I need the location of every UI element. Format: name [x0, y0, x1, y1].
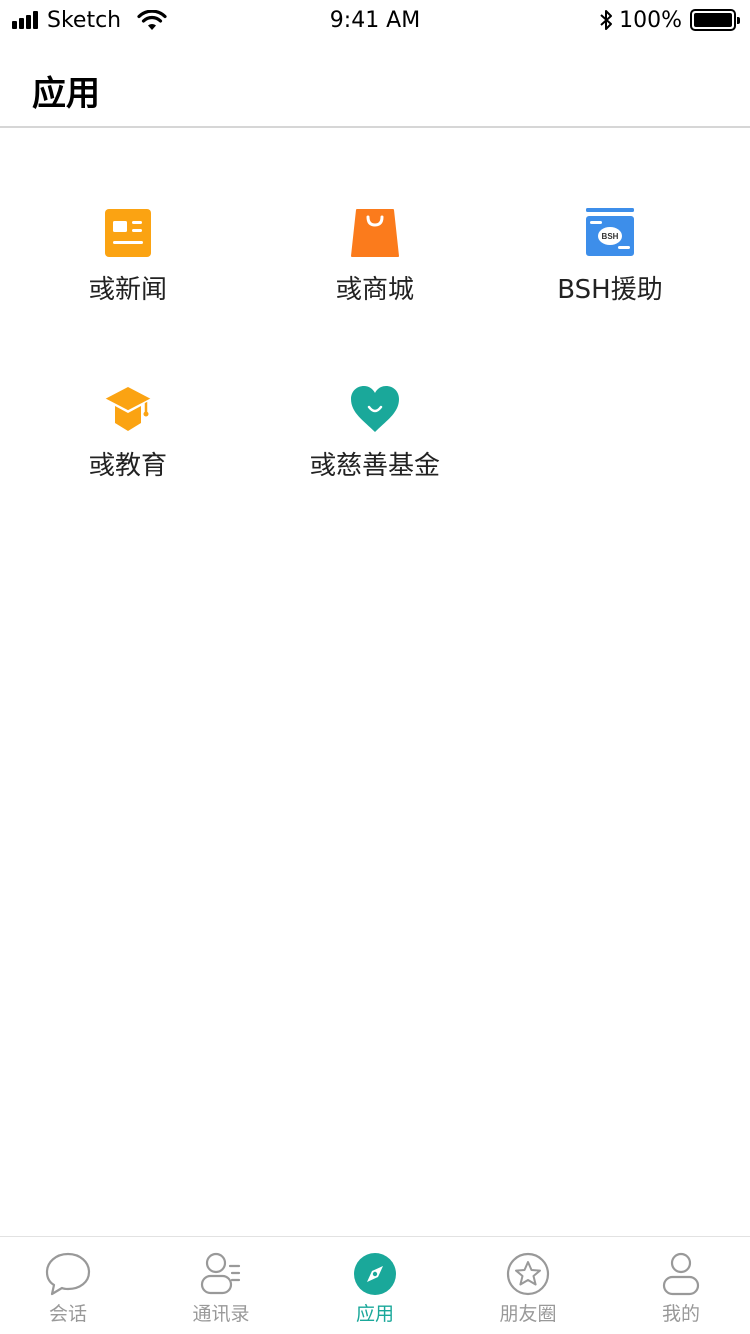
- app-label: 彧教育: [88, 451, 167, 481]
- contacts-icon: [198, 1251, 244, 1297]
- app-label: 彧新闻: [88, 275, 167, 305]
- app-label: 彧商城: [335, 275, 414, 305]
- shopping-bag-icon: [349, 207, 401, 259]
- app-label: BSH援助: [557, 275, 663, 305]
- news-icon: [102, 207, 154, 259]
- bsh-card-icon: BSH: [584, 207, 636, 259]
- graduation-cap-icon: [102, 383, 154, 435]
- page-title: 应用: [32, 74, 100, 114]
- app-education[interactable]: 彧教育: [3, 383, 253, 503]
- nav-header: 应用: [0, 40, 750, 128]
- person-icon: [658, 1251, 704, 1297]
- tab-bar: 会话 通讯录 应用 朋友圈 我的: [0, 1236, 750, 1334]
- tab-me[interactable]: 我的: [606, 1237, 750, 1334]
- bsh-icon-text: BSH: [602, 232, 619, 241]
- app-news[interactable]: 彧新闻: [3, 207, 253, 327]
- tab-moments[interactable]: 朋友圈: [453, 1237, 603, 1334]
- bluetooth-icon: [600, 10, 613, 30]
- status-bar: Sketch 9:41 AM 100%: [0, 0, 750, 40]
- app-label: 彧慈善基金: [309, 451, 440, 481]
- tab-label: 朋友圈: [499, 1303, 557, 1325]
- compass-icon: [352, 1251, 398, 1297]
- tab-label: 应用: [355, 1303, 394, 1325]
- heart-smile-icon: [349, 383, 401, 435]
- app-mall[interactable]: 彧商城: [250, 207, 500, 327]
- tab-apps[interactable]: 应用: [300, 1237, 450, 1334]
- status-right: 100%: [599, 7, 740, 33]
- app-charity-fund[interactable]: 彧慈善基金: [250, 383, 500, 503]
- battery-icon: [690, 9, 740, 31]
- app-bsh-aid[interactable]: BSH BSH援助: [485, 207, 735, 327]
- chat-bubble-icon: [45, 1251, 91, 1297]
- star-circle-icon: [505, 1251, 551, 1297]
- tab-label: 通讯录: [192, 1303, 250, 1325]
- tab-label: 我的: [661, 1303, 700, 1325]
- tab-chat[interactable]: 会话: [0, 1237, 143, 1334]
- battery-percent: 100%: [619, 7, 682, 33]
- tab-contacts[interactable]: 通讯录: [146, 1237, 296, 1334]
- tab-label: 会话: [48, 1303, 87, 1325]
